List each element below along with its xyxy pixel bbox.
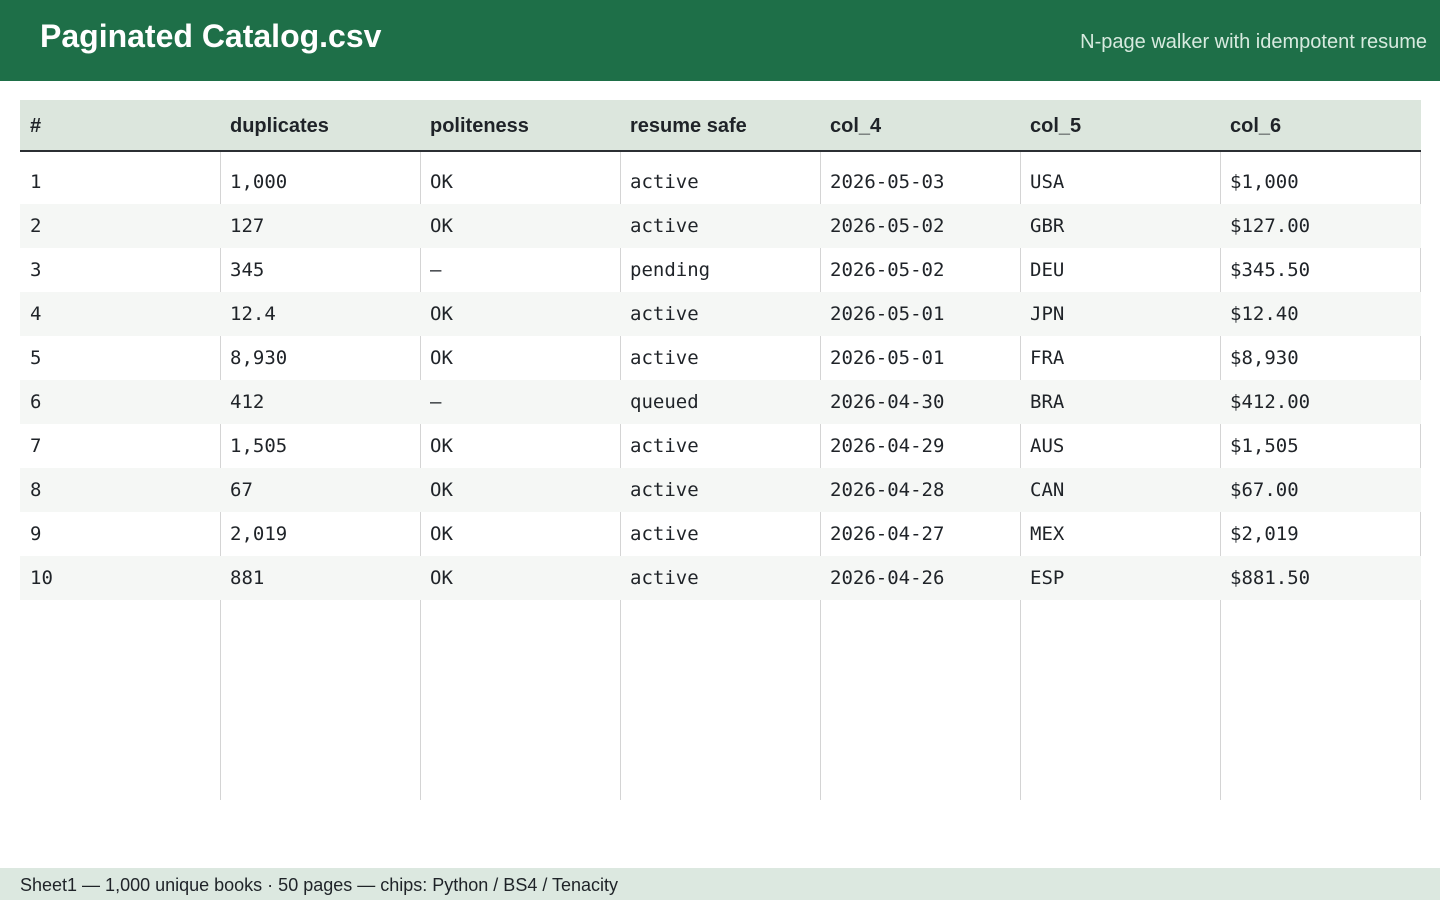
table-cell[interactable]: 412 <box>220 380 264 424</box>
table-cell[interactable]: OK <box>420 204 453 248</box>
table-cell[interactable]: BRA <box>1020 380 1064 424</box>
column-header-number[interactable]: # <box>20 100 41 150</box>
table-cell[interactable]: — <box>420 380 441 424</box>
table-cell[interactable]: GBR <box>1020 204 1064 248</box>
table-cell[interactable]: CAN <box>1020 468 1064 512</box>
table-cell[interactable]: 12.4 <box>220 292 276 336</box>
status-text: Sheet1 — 1,000 unique books · 50 pages —… <box>20 875 619 895</box>
table-cell[interactable]: 345 <box>220 248 264 292</box>
table-cell[interactable]: DEU <box>1020 248 1064 292</box>
column-header-resume-safe[interactable]: resume safe <box>620 100 747 150</box>
table-cell[interactable]: $12.40 <box>1220 292 1299 336</box>
table-cell[interactable]: JPN <box>1020 292 1064 336</box>
column-header-politeness[interactable]: politeness <box>420 100 529 150</box>
table-cell[interactable]: $345.50 <box>1220 248 1310 292</box>
table-cell[interactable]: 1,000 <box>220 160 287 204</box>
table-cell[interactable]: 2 <box>20 204 41 248</box>
table-cell[interactable]: OK <box>420 556 453 600</box>
table-cell[interactable]: 3 <box>20 248 41 292</box>
table-cell[interactable]: ESP <box>1020 556 1064 600</box>
table-cell[interactable]: 4 <box>20 292 41 336</box>
table-cell[interactable]: 2,019 <box>220 512 287 556</box>
table-cell[interactable]: 2026-04-29 <box>820 424 944 468</box>
table-cell[interactable]: 2026-05-02 <box>820 248 944 292</box>
table-cell[interactable]: 2026-04-30 <box>820 380 944 424</box>
table-cell[interactable]: 10 <box>20 556 53 600</box>
table-cell[interactable]: active <box>620 292 699 336</box>
table-cell[interactable]: $881.50 <box>1220 556 1310 600</box>
table-cell[interactable]: OK <box>420 336 453 380</box>
table-header-row: # duplicates politeness resume safe col_… <box>20 100 1421 152</box>
table-row[interactable]: 10 881 OK active 2026-04-26 ESP $881.50 <box>20 556 1421 600</box>
table-cell[interactable]: 1,505 <box>220 424 287 468</box>
app-subtitle: N-page walker with idempotent resume <box>1080 31 1427 53</box>
table-cell[interactable]: USA <box>1020 160 1064 204</box>
table-cell[interactable]: OK <box>420 468 453 512</box>
table-row[interactable]: 5 8,930 OK active 2026-05-01 FRA $8,930 <box>20 336 1421 380</box>
table-row[interactable]: 7 1,505 OK active 2026-04-29 AUS $1,505 <box>20 424 1421 468</box>
table-cell[interactable]: $1,505 <box>1220 424 1299 468</box>
table-cell[interactable]: active <box>620 336 699 380</box>
table-row[interactable]: 8 67 OK active 2026-04-28 CAN $67.00 <box>20 468 1421 512</box>
table-row[interactable]: 9 2,019 OK active 2026-04-27 MEX $2,019 <box>20 512 1421 556</box>
table-cell[interactable]: active <box>620 204 699 248</box>
table-cell[interactable]: pending <box>620 248 710 292</box>
table-cell[interactable]: — <box>420 248 441 292</box>
table-cell[interactable]: queued <box>620 380 699 424</box>
table-cell[interactable]: OK <box>420 292 453 336</box>
table-cell[interactable]: 7 <box>20 424 41 468</box>
table-row[interactable]: 4 12.4 OK active 2026-05-01 JPN $12.40 <box>20 292 1421 336</box>
table-cell[interactable]: $8,930 <box>1220 336 1299 380</box>
table-cell[interactable]: 67 <box>220 468 253 512</box>
title-bar: Paginated Catalog.csv N-page walker with… <box>0 0 1440 81</box>
table-cell[interactable]: 2026-04-28 <box>820 468 944 512</box>
table-cell[interactable]: 8,930 <box>220 336 287 380</box>
table-cell[interactable]: 881 <box>220 556 264 600</box>
table-cell[interactable]: 2026-05-03 <box>820 160 944 204</box>
table-cell[interactable]: $127.00 <box>1220 204 1310 248</box>
table-cell[interactable]: $2,019 <box>1220 512 1299 556</box>
status-bar: Sheet1 — 1,000 unique books · 50 pages —… <box>0 868 1440 900</box>
table-cell[interactable]: 2026-05-01 <box>820 336 944 380</box>
table-cell[interactable]: 5 <box>20 336 41 380</box>
table-cell[interactable]: 2026-04-27 <box>820 512 944 556</box>
column-header-col-5[interactable]: col_5 <box>1020 100 1081 150</box>
column-header-col-6[interactable]: col_6 <box>1220 100 1281 150</box>
table-cell[interactable]: AUS <box>1020 424 1064 468</box>
table-row[interactable]: 1 1,000 OK active 2026-05-03 USA $1,000 <box>20 160 1421 204</box>
table-cell[interactable]: 1 <box>20 160 41 204</box>
table-cell[interactable]: active <box>620 468 699 512</box>
table-cell[interactable]: OK <box>420 424 453 468</box>
table-cell[interactable]: 2026-04-26 <box>820 556 944 600</box>
table-row[interactable]: 3 345 — pending 2026-05-02 DEU $345.50 <box>20 248 1421 292</box>
table-cell[interactable]: FRA <box>1020 336 1064 380</box>
column-header-col-4[interactable]: col_4 <box>820 100 881 150</box>
table-cell[interactable]: OK <box>420 512 453 556</box>
table-row[interactable]: 6 412 — queued 2026-04-30 BRA $412.00 <box>20 380 1421 424</box>
column-header-duplicates[interactable]: duplicates <box>220 100 329 150</box>
table-cell[interactable]: $1,000 <box>1220 160 1299 204</box>
table-cell[interactable]: 2026-05-01 <box>820 292 944 336</box>
table-row[interactable]: 2 127 OK active 2026-05-02 GBR $127.00 <box>20 204 1421 248</box>
table-cell[interactable]: active <box>620 160 699 204</box>
table-cell[interactable]: MEX <box>1020 512 1064 556</box>
table-cell[interactable]: 9 <box>20 512 41 556</box>
table-cell[interactable]: active <box>620 556 699 600</box>
table-cell[interactable]: active <box>620 424 699 468</box>
data-grid: # duplicates politeness resume safe col_… <box>20 100 1421 800</box>
table-cell[interactable]: OK <box>420 160 453 204</box>
table-cell[interactable]: 2026-05-02 <box>820 204 944 248</box>
table-cell[interactable]: 8 <box>20 468 41 512</box>
table-cell[interactable]: $67.00 <box>1220 468 1299 512</box>
table-cell[interactable]: $412.00 <box>1220 380 1310 424</box>
table-cell[interactable]: 127 <box>220 204 264 248</box>
table-cell[interactable]: active <box>620 512 699 556</box>
app-title: Paginated Catalog.csv <box>40 18 382 54</box>
table-cell[interactable]: 6 <box>20 380 41 424</box>
